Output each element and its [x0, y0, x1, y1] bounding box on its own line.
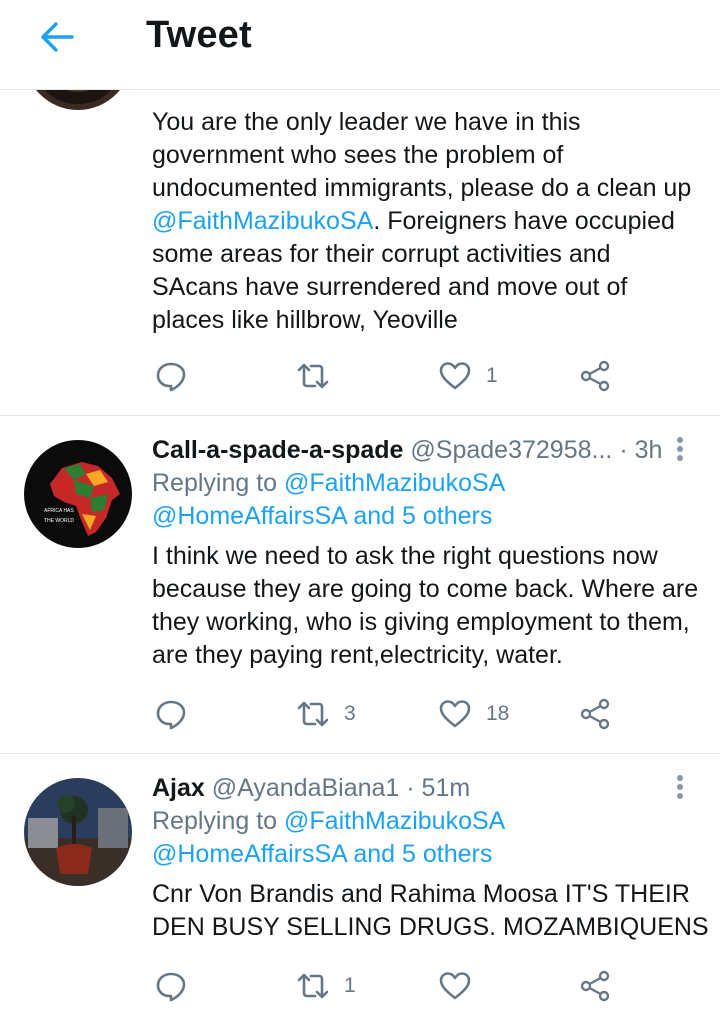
- tweet-author-line: Call-a-spade-a-spade @Spade372958... · 3…: [152, 434, 700, 467]
- tweet-text-line: DEN BUSY SELLING DRUGS. MOZAMBIQUENS: [152, 913, 709, 941]
- timestamp: · 3h: [619, 436, 663, 464]
- retweet-icon: [297, 701, 329, 727]
- replying-to-others-link[interactable]: @HomeAffairsSA and 5 others: [152, 838, 700, 871]
- retweet-icon: [297, 363, 329, 389]
- tweet-actions: 3 18: [152, 694, 632, 734]
- reply-icon: [156, 362, 186, 392]
- share-button[interactable]: [578, 356, 612, 396]
- tweet-text-line: Cnr Von Brandis and Rahima Moosa IT'S TH…: [152, 880, 690, 908]
- tweet-author-line: Ajax @AyandaBiana1 · 51m: [152, 772, 700, 805]
- tweet-card[interactable]: AFRICA HAS THE WORLD Call-a-spade-a-spad…: [0, 416, 720, 754]
- reply-button[interactable]: [154, 966, 188, 1006]
- page-title: Tweet: [146, 14, 252, 56]
- avatar[interactable]: AFRICA HAS THE WORLD: [24, 440, 132, 548]
- tweet-text-line: government who sees the problem of: [152, 141, 564, 169]
- like-button[interactable]: 1: [438, 356, 498, 396]
- tweet-actions: 1: [152, 356, 632, 396]
- share-icon: [580, 970, 610, 1002]
- display-name[interactable]: Ajax: [152, 774, 205, 802]
- retweet-count: 1: [344, 974, 356, 997]
- tweet-text-line: undocumented immigrants, please do a cle…: [152, 174, 692, 202]
- retweet-count: 3: [344, 702, 356, 725]
- reply-button[interactable]: [154, 694, 188, 734]
- share-icon: [580, 360, 610, 392]
- tweet-text-line: You are the only leader we have in this: [152, 108, 581, 136]
- like-count: 18: [486, 702, 510, 725]
- tweet-text-line: @FaithMazibukoSA. Foreigners have occupi…: [152, 207, 675, 235]
- tweet-actions: 1: [152, 966, 632, 1006]
- svg-text:THE WORLD: THE WORLD: [44, 518, 74, 524]
- share-icon: [580, 698, 610, 730]
- retweet-button[interactable]: 3: [296, 694, 356, 734]
- tweet-text-line: some areas for their corrupt activities …: [152, 240, 611, 268]
- like-count: 1: [486, 364, 498, 387]
- arrow-left-icon: [41, 22, 74, 52]
- tweet-text-line: places like hillbrow, Yeoville: [152, 306, 458, 334]
- reply-button[interactable]: [154, 356, 188, 396]
- reply-icon: [156, 972, 186, 1002]
- reply-icon: [156, 700, 186, 730]
- tweet-text-line: are they paying rent,electricity, water.: [152, 641, 563, 669]
- back-button[interactable]: [34, 17, 78, 57]
- tweet-text-line: because they are going to come back. Whe…: [152, 575, 699, 603]
- share-button[interactable]: [578, 694, 612, 734]
- top-app-bar: Tweet: [0, 0, 720, 90]
- tweet-text-line: they working, who is giving employment t…: [152, 608, 690, 636]
- svg-text:AFRICA HAS: AFRICA HAS: [44, 508, 74, 514]
- heart-icon: [439, 700, 471, 728]
- mention-link[interactable]: @FaithMazibukoSA: [284, 807, 505, 835]
- user-handle[interactable]: @Spade372958...: [410, 436, 612, 464]
- user-handle[interactable]: @AyandaBiana1: [212, 774, 400, 802]
- timestamp: · 51m: [406, 774, 471, 802]
- heart-icon: [439, 972, 471, 1000]
- retweet-icon: [297, 973, 329, 999]
- replying-to: Replying to @FaithMazibukoSA: [152, 469, 506, 497]
- mention-link[interactable]: @FaithMazibukoSA: [152, 207, 373, 235]
- heart-icon: [439, 362, 471, 390]
- like-button[interactable]: [438, 966, 486, 1006]
- replying-to-others-link[interactable]: @HomeAffairsSA and 5 others: [152, 500, 700, 533]
- share-button[interactable]: [578, 966, 612, 1006]
- retweet-button[interactable]: [296, 356, 344, 396]
- tweet-card[interactable]: Ajax @AyandaBiana1 · 51m Replying to @Fa…: [0, 754, 720, 1034]
- like-button[interactable]: 18: [438, 694, 509, 734]
- replying-to: Replying to @FaithMazibukoSA: [152, 807, 506, 835]
- tweet-text-line: SAcans have surrendered and move out of: [152, 273, 628, 301]
- tweet-text-line: I think we need to ask the right questio…: [152, 542, 658, 570]
- mention-link[interactable]: @FaithMazibukoSA: [284, 469, 505, 497]
- display-name[interactable]: Call-a-spade-a-spade: [152, 436, 403, 464]
- avatar[interactable]: [24, 778, 132, 886]
- retweet-button[interactable]: 1: [296, 966, 356, 1006]
